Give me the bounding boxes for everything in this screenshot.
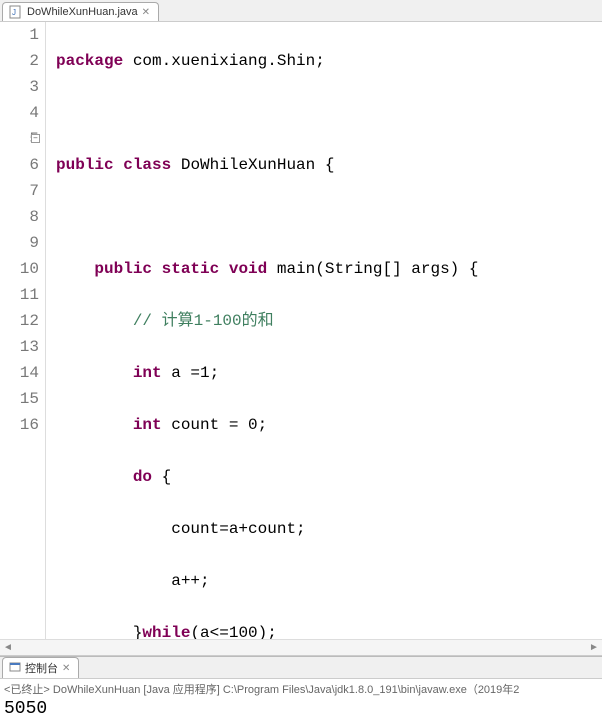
line-number: 14 (0, 360, 39, 386)
line-number: 16 (0, 412, 39, 438)
svg-text:J: J (12, 8, 16, 17)
line-number: 11 (0, 282, 39, 308)
console-body: <已终止> DoWhileXunHuan [Java 应用程序] C:\Prog… (0, 679, 602, 721)
line-number: 9 (0, 230, 39, 256)
line-number: 5– (0, 126, 39, 152)
line-number: 7 (0, 178, 39, 204)
scroll-left-icon[interactable]: ◄ (0, 640, 16, 656)
line-number: 2 (0, 48, 39, 74)
console-panel: 控制台 ✕ <已终止> DoWhileXunHuan [Java 应用程序] C… (0, 656, 602, 721)
line-number: 6 (0, 152, 39, 178)
editor-tab-label: DoWhileXunHuan.java (27, 6, 138, 18)
line-number: 4 (0, 100, 39, 126)
editor-area: 1 2 3 4 5– 6 7 8 9 10 11 12 13 14 15 16 … (0, 22, 602, 656)
code-content[interactable]: package com.xuenixiang.Shin; public clas… (46, 22, 602, 639)
line-number: 3 (0, 74, 39, 100)
line-number: 15 (0, 386, 39, 412)
console-output: 5050 (4, 697, 598, 719)
line-number: 8 (0, 204, 39, 230)
console-status-line: <已终止> DoWhileXunHuan [Java 应用程序] C:\Prog… (4, 681, 598, 697)
fold-marker-icon[interactable]: – (31, 134, 40, 143)
console-tab-label: 控制台 (25, 660, 58, 676)
console-tabbar: 控制台 ✕ (0, 657, 602, 679)
line-number: 10 (0, 256, 39, 282)
line-number-gutter: 1 2 3 4 5– 6 7 8 9 10 11 12 13 14 15 16 (0, 22, 46, 639)
console-icon (9, 661, 21, 676)
editor-tab-active[interactable]: J DoWhileXunHuan.java ✕ (2, 2, 159, 21)
code-editor[interactable]: 1 2 3 4 5– 6 7 8 9 10 11 12 13 14 15 16 … (0, 22, 602, 639)
close-icon[interactable]: ✕ (62, 663, 72, 673)
close-icon[interactable]: ✕ (142, 7, 152, 17)
console-tab[interactable]: 控制台 ✕ (2, 657, 79, 678)
editor-tabbar: J DoWhileXunHuan.java ✕ (0, 0, 602, 22)
line-number: 12 (0, 308, 39, 334)
line-number: 13 (0, 334, 39, 360)
horizontal-scrollbar[interactable]: ◄ ► (0, 639, 602, 655)
line-number: 1 (0, 22, 39, 48)
scroll-right-icon[interactable]: ► (586, 640, 602, 656)
java-file-icon: J (9, 5, 23, 19)
